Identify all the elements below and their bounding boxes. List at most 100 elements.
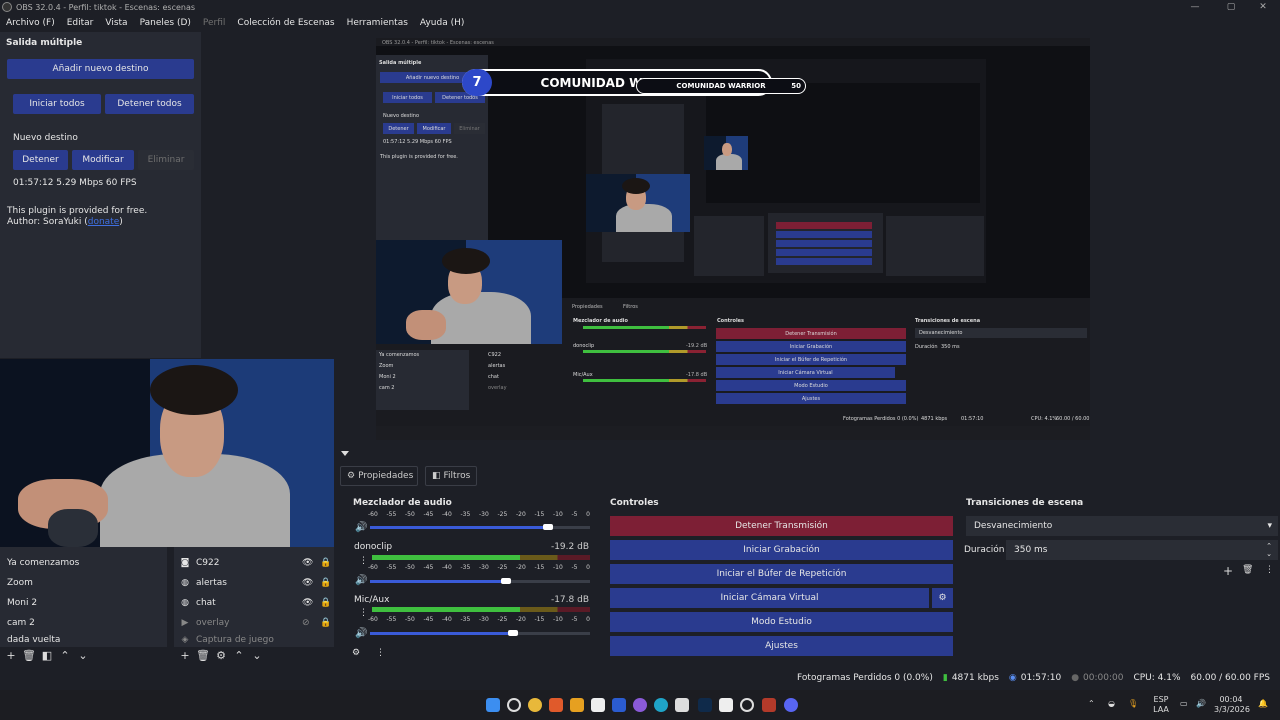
table-row[interactable]: ◍ chat 👁 🔒 bbox=[174, 593, 334, 613]
app-icon[interactable] bbox=[675, 698, 689, 712]
clock[interactable]: 00:04 3/3/2026 bbox=[1214, 695, 1250, 715]
move-up-icon[interactable]: ⌃ bbox=[56, 646, 74, 664]
lock-icon[interactable]: 🔒 bbox=[320, 578, 334, 588]
speaker-icon[interactable]: 🔊 bbox=[355, 575, 367, 586]
duration-input[interactable]: 350 ms ⌃ ⌄ bbox=[1006, 540, 1278, 560]
list-item[interactable]: Moni 2 bbox=[0, 593, 167, 613]
app-icon[interactable] bbox=[762, 698, 776, 712]
advanced-audio-icon[interactable]: ⚙ bbox=[352, 648, 360, 658]
more-icon[interactable]: ⋮ bbox=[359, 608, 368, 618]
menu-help[interactable]: Ayuda (H) bbox=[414, 18, 470, 28]
studio-mode-button[interactable]: Modo Estudio bbox=[610, 612, 953, 632]
nested-webcam bbox=[376, 240, 562, 344]
eye-hidden-icon[interactable]: ⊘ bbox=[302, 618, 320, 628]
menu-tools[interactable]: Herramientas bbox=[341, 18, 414, 28]
more-icon[interactable]: ⋮ bbox=[359, 556, 368, 566]
close-icon[interactable]: ✕ bbox=[1246, 0, 1280, 14]
move-up-icon[interactable]: ⌃ bbox=[230, 646, 248, 664]
minimize-icon[interactable]: — bbox=[1178, 0, 1212, 14]
virtual-camera-button[interactable]: Iniciar Cámara Virtual bbox=[610, 588, 929, 608]
list-item[interactable]: dada vuelta bbox=[0, 633, 167, 647]
menu-file[interactable]: Archivo (F) bbox=[0, 18, 61, 28]
list-item[interactable]: Ya comenzamos bbox=[0, 553, 167, 573]
menu-scene-collection[interactable]: Colección de Escenas bbox=[231, 18, 340, 28]
network-icon[interactable]: ◒ bbox=[1108, 699, 1115, 709]
volume-slider[interactable] bbox=[370, 524, 590, 530]
menu-edit[interactable]: Editar bbox=[61, 18, 100, 28]
table-row[interactable]: ◙ C922 👁 🔒 bbox=[174, 553, 334, 573]
mixer-menu-icon[interactable]: ⋮ bbox=[376, 648, 385, 658]
settings-button[interactable]: Ajustes bbox=[610, 636, 953, 656]
maximize-icon[interactable]: ▢ bbox=[1214, 0, 1248, 14]
lock-icon[interactable]: 🔒 bbox=[320, 558, 334, 568]
chrome-icon[interactable] bbox=[528, 698, 542, 712]
mic-icon[interactable]: 🎙 bbox=[1128, 699, 1138, 709]
menu-docks[interactable]: Paneles (D) bbox=[134, 18, 197, 28]
virtual-camera-settings-icon[interactable]: ⚙ bbox=[932, 588, 953, 608]
speaker-icon[interactable]: 🔊 bbox=[355, 628, 367, 639]
collapse-arrow-icon[interactable] bbox=[341, 451, 349, 456]
stop-all-button[interactable]: Detener todos bbox=[105, 94, 194, 114]
add-scene-icon[interactable]: + bbox=[2, 646, 20, 664]
add-target-button[interactable]: Añadir nuevo destino bbox=[7, 59, 194, 79]
replay-buffer-button[interactable]: Iniciar el Búfer de Repetición bbox=[610, 564, 953, 584]
volume-slider[interactable] bbox=[370, 578, 590, 584]
tab-filters[interactable]: ◧ Filtros bbox=[425, 466, 477, 486]
tab-properties[interactable]: ⚙ Propiedades bbox=[340, 466, 418, 486]
photoshop-icon[interactable] bbox=[698, 698, 712, 712]
source-properties-icon[interactable]: ⚙ bbox=[212, 646, 230, 664]
obs-icon[interactable] bbox=[740, 698, 754, 712]
meter-ticks: -60 -55 -50 -45 -40 -35 -30 -25 -20 -15 -10 -5 0 bbox=[368, 564, 590, 571]
add-source-icon[interactable]: + bbox=[176, 646, 194, 664]
app-icon[interactable] bbox=[591, 698, 605, 712]
move-down-icon[interactable]: ⌄ bbox=[248, 646, 266, 664]
discord-icon[interactable] bbox=[784, 698, 798, 712]
speaker-icon[interactable]: 🔊 bbox=[355, 522, 367, 533]
start-icon[interactable] bbox=[486, 698, 500, 712]
preview-canvas[interactable]: OBS 32.0.4 - Perfil: tiktok - Escenas: e… bbox=[376, 38, 1090, 440]
start-all-button[interactable]: Iniciar todos bbox=[13, 94, 101, 114]
menu-profile[interactable]: Perfil bbox=[197, 18, 232, 28]
lock-icon[interactable]: 🔒 bbox=[320, 618, 334, 628]
chevron-up-icon[interactable]: ⌃ bbox=[1088, 699, 1095, 709]
copilot-icon[interactable] bbox=[633, 698, 647, 712]
filter-scene-icon[interactable]: ◧ bbox=[38, 646, 56, 664]
language-indicator[interactable]: ESP LAA bbox=[1150, 695, 1172, 715]
search-icon[interactable] bbox=[507, 698, 521, 712]
chevron-down-icon: ▾ bbox=[1267, 521, 1272, 531]
stop-stream-button[interactable]: Detener Transmisión bbox=[610, 516, 953, 536]
display-icon[interactable]: ▭ bbox=[1180, 699, 1188, 709]
add-transition-icon[interactable]: + bbox=[1223, 564, 1233, 578]
eye-icon[interactable]: 👁 bbox=[302, 598, 320, 608]
remove-target-button[interactable]: Eliminar bbox=[138, 150, 194, 170]
volume-slider[interactable] bbox=[370, 630, 590, 636]
stop-target-button[interactable]: Detener bbox=[13, 150, 68, 170]
donate-link[interactable]: donate bbox=[88, 217, 120, 227]
notepad-icon[interactable] bbox=[719, 698, 733, 712]
table-row[interactable]: ▶ overlay ⊘ 🔒 bbox=[174, 613, 334, 633]
modify-target-button[interactable]: Modificar bbox=[72, 150, 134, 170]
word-icon[interactable] bbox=[612, 698, 626, 712]
spinner-icon[interactable]: ⌃ ⌄ bbox=[1266, 542, 1272, 558]
notifications-icon[interactable]: 🔔 bbox=[1258, 699, 1268, 709]
edge-icon[interactable] bbox=[654, 698, 668, 712]
eye-icon[interactable]: 👁 bbox=[302, 578, 320, 588]
scenes-toolbar: + 🗑 ◧ ⌃ ⌄ bbox=[2, 646, 92, 664]
transition-menu-icon[interactable]: ⋮ bbox=[1265, 565, 1274, 575]
start-recording-button[interactable]: Iniciar Grabación bbox=[610, 540, 953, 560]
list-item[interactable]: Zoom bbox=[0, 573, 167, 593]
delete-scene-icon[interactable]: 🗑 bbox=[20, 646, 38, 664]
table-row[interactable]: ◈ Captura de juego bbox=[174, 633, 334, 647]
menu-view[interactable]: Vista bbox=[99, 18, 133, 28]
brave-icon[interactable] bbox=[549, 698, 563, 712]
lock-icon[interactable]: 🔒 bbox=[320, 598, 334, 608]
delete-source-icon[interactable]: 🗑 bbox=[194, 646, 212, 664]
volume-icon[interactable]: 🔊 bbox=[1196, 699, 1206, 709]
delete-transition-icon[interactable]: 🗑 bbox=[1242, 565, 1253, 575]
list-item[interactable]: cam 2 bbox=[0, 613, 167, 633]
table-row[interactable]: ◍ alertas 👁 🔒 bbox=[174, 573, 334, 593]
folder-icon[interactable] bbox=[570, 698, 584, 712]
eye-icon[interactable]: 👁 bbox=[302, 558, 320, 568]
move-down-icon[interactable]: ⌄ bbox=[74, 646, 92, 664]
transition-select[interactable]: Desvanecimiento ▾ bbox=[966, 516, 1278, 536]
